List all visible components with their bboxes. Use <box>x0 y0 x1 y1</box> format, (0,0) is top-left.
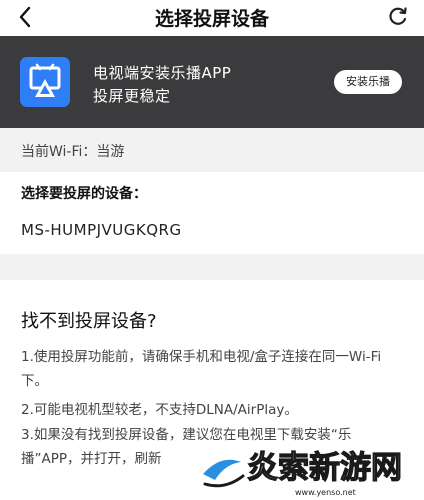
banner-subline: 投屏更稳定 <box>93 87 171 105</box>
current-wifi-label: 当前Wi-Fi：当游 <box>21 144 125 160</box>
page-title: 选择投屏设备 <box>154 8 269 30</box>
help-title: 找不到投屏设备? <box>21 311 157 332</box>
lebo-app-logo-icon <box>20 57 70 107</box>
svg-text:炎索新游网: 炎索新游网 <box>247 450 402 486</box>
current-wifi-bar: 当前Wi-Fi：当游 <box>0 128 424 172</box>
refresh-icon[interactable] <box>386 4 410 28</box>
svg-text:www.yenso.net: www.yenso.net <box>295 488 356 497</box>
top-nav-bar: 选择投屏设备 <box>0 0 424 36</box>
site-watermark-logo: 炎索新游网 www.yenso.net <box>199 449 403 497</box>
section-divider <box>0 254 424 280</box>
device-list-heading: 选择要投屏的设备： <box>21 186 147 202</box>
install-app-button[interactable]: 安装乐播 <box>334 70 402 94</box>
install-app-banner: 电视端安装乐播APP 投屏更稳定 安装乐播 <box>0 36 424 128</box>
help-tip-1: 1.使用投屏功能前，请确保手机和电视/盒子连接在同一Wi-Fi下。 <box>21 349 382 389</box>
banner-headline: 电视端安装乐播APP <box>93 64 232 82</box>
help-tip-2: 2.可能电视机型较老，不支持DLNA/AirPlay。 <box>21 402 298 418</box>
device-list-item[interactable]: MS-HUMPJVUGKQRG <box>21 221 182 239</box>
